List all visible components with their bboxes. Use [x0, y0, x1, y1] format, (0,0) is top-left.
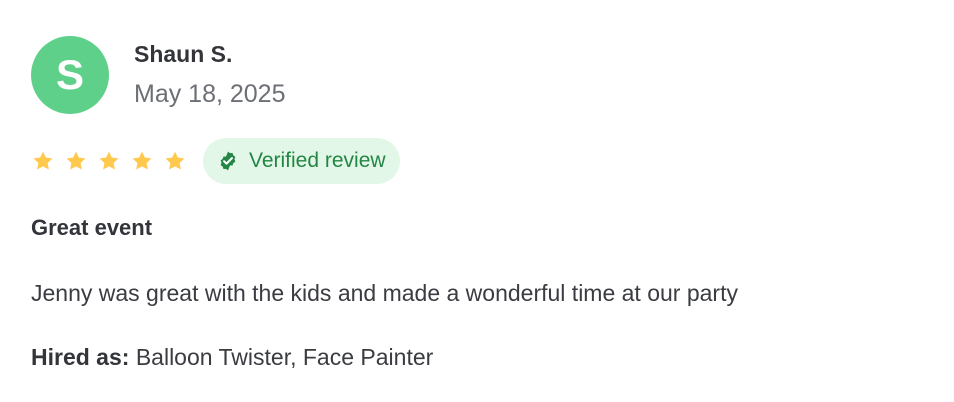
verified-check-icon [220, 151, 236, 171]
star-icon [132, 151, 152, 170]
reviewer-name: Shaun S. [134, 41, 233, 67]
star-icon [99, 151, 119, 170]
verified-review-badge: Verified review [203, 138, 400, 184]
hired-as-value: Balloon Twister, Face Painter [135, 344, 434, 370]
hired-as-label: Hired as: [31, 344, 130, 370]
star-rating [31, 149, 187, 173]
review-date: May 18, 2025 [134, 80, 286, 108]
star-icon [66, 151, 86, 170]
rating-row: Verified review [31, 138, 400, 184]
verified-label: Verified review [249, 149, 386, 172]
review-title: Great event [31, 215, 153, 240]
review-card: S Shaun S. May 18, 2025 Verified review … [0, 0, 954, 402]
avatar: S [31, 36, 109, 114]
star-icon [33, 151, 53, 170]
avatar-initial: S [55, 51, 84, 98]
review-body: Jenny was great with the kids and made a… [31, 280, 738, 306]
hired-as-row: Hired as: Balloon Twister, Face Painter [31, 341, 433, 373]
star-icon [165, 151, 185, 170]
